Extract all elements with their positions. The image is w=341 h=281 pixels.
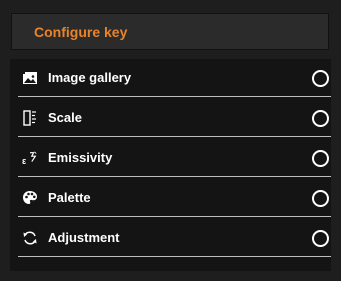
page-title: Configure key [34, 24, 128, 40]
option-emissivity[interactable]: ε Emissivity [10, 139, 331, 177]
option-scale[interactable]: Scale [10, 99, 331, 137]
scale-icon [22, 110, 38, 126]
radio-button[interactable] [312, 110, 329, 127]
divider [18, 176, 331, 177]
emissivity-icon: ε [22, 150, 38, 166]
radio-button[interactable] [312, 70, 329, 87]
key-option-list: Image gallery Scale ε Emissivity Palette… [10, 59, 331, 271]
configure-key-panel: Configure key Image gallery Scale ε Emis… [0, 0, 341, 281]
option-adjustment[interactable]: Adjustment [10, 219, 331, 257]
svg-text:ε: ε [22, 156, 27, 166]
option-label: Scale [48, 110, 82, 125]
radio-button[interactable] [312, 230, 329, 247]
radio-button[interactable] [312, 190, 329, 207]
option-label: Image gallery [48, 70, 132, 85]
option-label: Palette [48, 190, 91, 205]
palette-icon [22, 190, 38, 206]
option-palette[interactable]: Palette [10, 179, 331, 217]
option-image-gallery[interactable]: Image gallery [10, 59, 331, 97]
radio-button[interactable] [312, 150, 329, 167]
option-label: Adjustment [48, 230, 120, 245]
divider [18, 96, 331, 97]
image-gallery-icon [22, 70, 38, 86]
header-bar: Configure key [11, 13, 329, 50]
divider [18, 136, 331, 137]
divider [18, 256, 331, 257]
option-label: Emissivity [48, 150, 113, 165]
divider [18, 216, 331, 217]
adjustment-icon [22, 230, 38, 246]
